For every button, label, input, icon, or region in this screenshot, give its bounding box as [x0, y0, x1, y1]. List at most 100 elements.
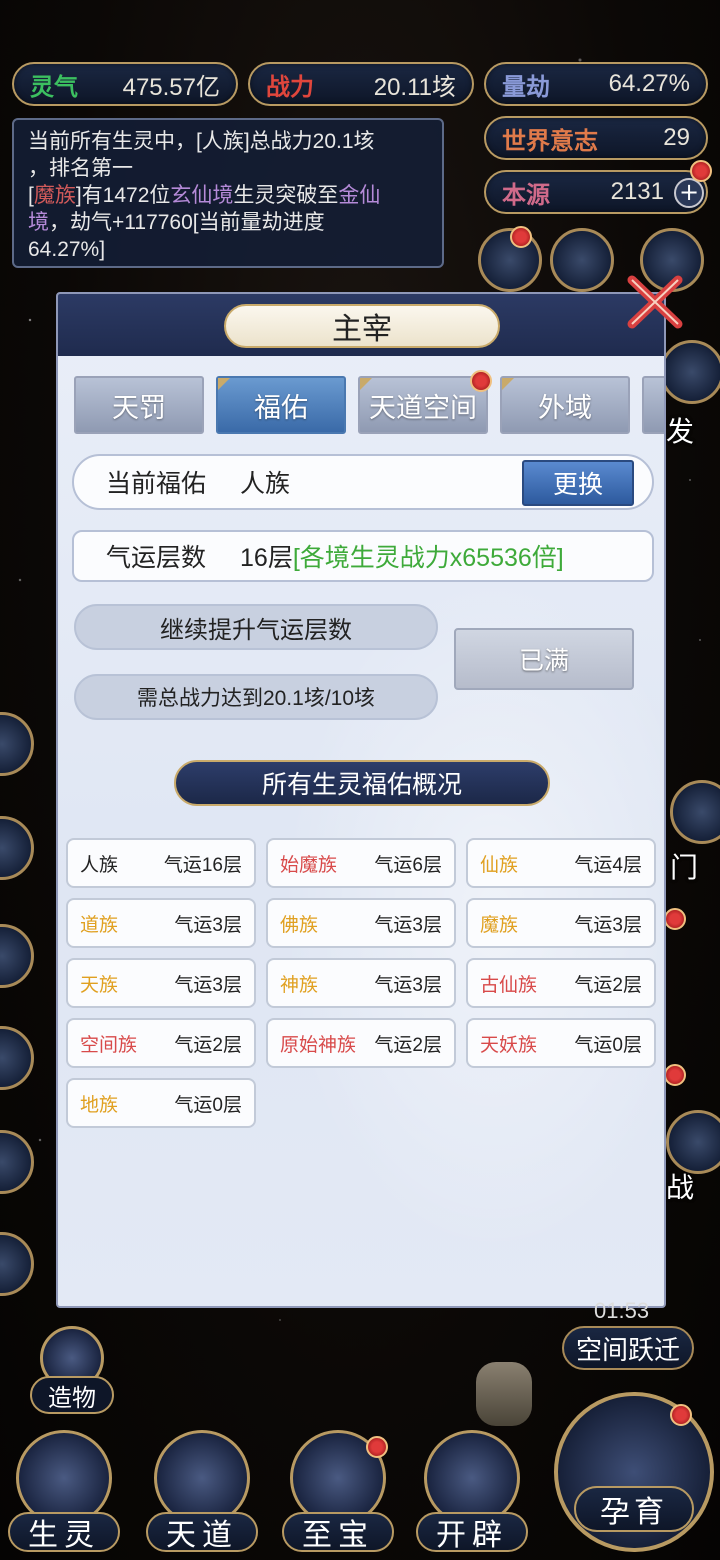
race-item[interactable]: 佛族 气运3层: [266, 898, 456, 948]
dominator-panel: 主宰 天罚 福佑 天道空间 外域 当前福佑 人族 更换 气运层数 16层 [各境…: [56, 292, 666, 1308]
lingqi-stat[interactable]: 灵气 475.57亿: [12, 62, 238, 106]
shijie-value: 29: [663, 124, 690, 151]
race-item[interactable]: 地族 气运0层: [66, 1078, 256, 1128]
change-button[interactable]: 更换: [522, 460, 634, 506]
side-menu-icon[interactable]: [0, 816, 34, 880]
news-realm1: 玄仙境: [170, 184, 234, 207]
nav-kaipi[interactable]: 开辟: [416, 1430, 528, 1552]
close-icon[interactable]: [620, 266, 690, 336]
race-name: 神族: [280, 974, 319, 996]
side-menu-icon[interactable]: [0, 1026, 34, 1090]
side-menu-icon[interactable]: [0, 1130, 34, 1194]
race-name: 地族: [80, 1094, 119, 1116]
tab-label: 天罚: [112, 392, 166, 423]
tab-more[interactable]: [642, 376, 664, 434]
benyuan-value: 2131: [610, 178, 664, 205]
tab-fuyou[interactable]: 福佑: [216, 376, 346, 434]
notification-dot: [366, 1436, 388, 1458]
add-benyuan-button[interactable]: +: [674, 178, 704, 208]
race-item[interactable]: 仙族 气运4层: [466, 838, 656, 888]
idol-icon[interactable]: [476, 1362, 532, 1426]
side-label-men: 门: [670, 852, 699, 883]
race-item[interactable]: 古仙族 气运2层: [466, 958, 656, 1008]
race-item[interactable]: 天妖族 气运0层: [466, 1018, 656, 1068]
news-line2: ，排名第一: [28, 157, 133, 180]
race-item[interactable]: 空间族 气运2层: [66, 1018, 256, 1068]
news-realm2-tail: 境: [28, 211, 49, 234]
news-line1: 当前所有生灵中，[人族]总战力20.1垓: [28, 130, 375, 153]
side-menu-icon[interactable]: [0, 924, 34, 988]
race-item[interactable]: 道族 气运3层: [66, 898, 256, 948]
notification-dot: [664, 1064, 686, 1086]
tab-label: 外域: [538, 392, 592, 423]
notification-dot: [664, 908, 686, 930]
race-qiyun: 气运0层: [574, 1034, 642, 1056]
race-name: 魔族: [480, 914, 519, 936]
liangjie-stat[interactable]: 量劫 64.27%: [484, 62, 708, 106]
side-label-fa: 发: [666, 416, 695, 447]
race-qiyun: 气运3层: [174, 914, 242, 936]
notification-dot: [690, 160, 712, 182]
race-qiyun: 气运2层: [174, 1034, 242, 1056]
race-name: 仙族: [480, 854, 519, 876]
race-qiyun: 气运3层: [174, 974, 242, 996]
race-item[interactable]: 天族 气运3层: [66, 958, 256, 1008]
news-race: 魔族: [33, 184, 76, 207]
full-button[interactable]: 已满: [454, 628, 634, 690]
race-qiyun: 气运0层: [174, 1094, 242, 1116]
tab-waiyu[interactable]: 外域: [500, 376, 630, 434]
race-name: 天妖族: [480, 1034, 538, 1056]
zaowu-button[interactable]: 造物: [30, 1326, 114, 1416]
zhanli-label: 战力: [266, 73, 314, 101]
race-qiyun: 气运3层: [574, 914, 642, 936]
benyuan-label: 本源: [502, 181, 550, 209]
side-menu-icon[interactable]: [0, 712, 34, 776]
tab-tianfa[interactable]: 天罚: [74, 376, 204, 434]
current-fuyou-row: 当前福佑 人族 更换: [72, 454, 654, 510]
side-menu-icon[interactable]: [660, 340, 720, 404]
side-menu-icon[interactable]: [666, 1110, 720, 1174]
race-name: 始魔族: [280, 854, 338, 876]
nav-shengling[interactable]: 生灵: [8, 1430, 120, 1552]
tab-tiandao-space[interactable]: 天道空间: [358, 376, 488, 434]
upgrade-title: 继续提升气运层数: [74, 604, 438, 650]
side-menu-icon[interactable]: [670, 780, 720, 844]
race-item[interactable]: 魔族 气运3层: [466, 898, 656, 948]
nav-tiandao[interactable]: 天道: [146, 1430, 258, 1552]
race-name: 佛族: [280, 914, 319, 936]
race-item[interactable]: 神族 气运3层: [266, 958, 456, 1008]
qiyun-label: 气运层数: [106, 544, 207, 572]
current-fuyou-label: 当前福佑: [106, 470, 207, 498]
liangjie-value: 64.27%: [608, 70, 690, 97]
race-item[interactable]: 原始神族 气运2层: [266, 1018, 456, 1068]
notification-dot: [510, 226, 532, 248]
shijie-stat[interactable]: 世界意志 29: [484, 116, 708, 160]
zhanli-stat[interactable]: 战力 20.11垓: [248, 62, 474, 106]
incubate-button[interactable]: 孕育: [574, 1486, 694, 1532]
news-realm2: 金仙: [338, 184, 381, 207]
plus-icon: +: [678, 178, 700, 206]
race-item[interactable]: 人族 气运16层: [66, 838, 256, 888]
race-name: 古仙族: [480, 974, 538, 996]
race-item[interactable]: 始魔族 气运6层: [266, 838, 456, 888]
notification-dot: [470, 370, 492, 392]
panel-title: 主宰: [224, 304, 500, 348]
race-name: 天族: [80, 974, 119, 996]
race-name: 道族: [80, 914, 119, 936]
nav-label: 天道: [146, 1512, 258, 1552]
upgrade-requirement: 需总战力达到20.1垓/10垓: [74, 674, 438, 720]
space-jump-label: 空间跃迁: [575, 1334, 680, 1365]
zaowu-label: 造物: [30, 1376, 114, 1414]
change-button-label: 更换: [552, 471, 603, 499]
side-menu-icon[interactable]: [0, 1232, 34, 1296]
space-jump-button[interactable]: 空间跃迁: [562, 1326, 694, 1370]
race-qiyun: 气运16层: [163, 854, 242, 876]
vortex-icon[interactable]: [550, 228, 614, 292]
race-qiyun: 气运4层: [574, 854, 642, 876]
full-button-label: 已满: [518, 647, 569, 675]
tab-corner: [360, 378, 372, 390]
lingqi-value: 475.57亿: [122, 73, 220, 101]
qiyun-row: 气运层数 16层 [各境生灵战力x65536倍]: [72, 530, 654, 582]
countdown-timer: 01:53: [594, 1298, 650, 1323]
zhanli-value: 20.11垓: [373, 73, 456, 101]
